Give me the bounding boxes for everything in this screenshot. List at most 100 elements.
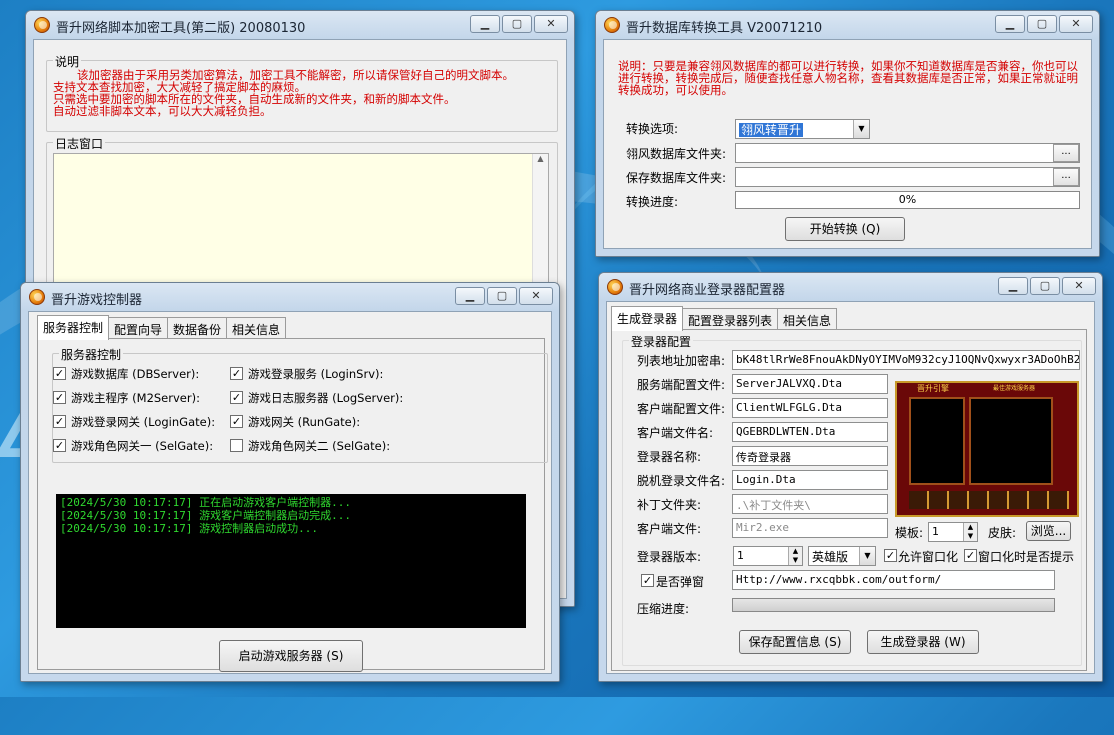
config-field-input[interactable]: 传奇登录器 bbox=[732, 446, 888, 466]
game-controller-window[interactable]: 晋升游戏控制器 ▁ ▢ ✕ 服务器控制 配置向导 数据备份 相关信息 服务器控制… bbox=[20, 282, 560, 682]
template-label: 模板: bbox=[895, 526, 924, 540]
app-icon bbox=[34, 17, 50, 33]
service-checkbox[interactable]: ✓ bbox=[53, 391, 66, 404]
browse-button[interactable]: 浏览... bbox=[1026, 521, 1071, 541]
service-checkbox[interactable]: ✓ bbox=[53, 439, 66, 452]
compress-progress-bar bbox=[732, 598, 1055, 612]
db-convert-window[interactable]: 晋升数据库转换工具 V20071210 ▁ ▢ ✕ 说明：只要是兼容翎风数据库的… bbox=[595, 10, 1100, 257]
lf-folder-label: 翎风数据库文件夹: bbox=[626, 147, 727, 161]
compress-label: 压缩进度: bbox=[637, 602, 690, 616]
config-field-input[interactable]: .\补丁文件夹\ bbox=[732, 494, 888, 514]
lf-folder-input[interactable] bbox=[735, 143, 1080, 163]
version-spinner[interactable]: 1 ▲ ▼ bbox=[733, 546, 803, 566]
popup-label: 是否弹窗 bbox=[656, 575, 705, 589]
window-client: 服务器控制 配置向导 数据备份 相关信息 服务器控制 ✓ 游戏数据库 (DBSer… bbox=[28, 311, 552, 674]
description-line: 自动过滤非脚本文本，可以大大减轻负担。 bbox=[53, 104, 272, 118]
tab-server-control[interactable]: 服务器控制 bbox=[37, 315, 110, 340]
log-line: [2024/5/30 10:17:17] 游戏控制器启动成功... bbox=[60, 522, 318, 535]
config-field-label: 补丁文件夹: bbox=[637, 498, 702, 512]
group-label: 服务器控制 bbox=[59, 346, 124, 363]
save-folder-input[interactable] bbox=[735, 167, 1080, 187]
tab-generate-login[interactable]: 生成登录器 bbox=[611, 306, 684, 331]
login-skin-preview: 晋升引擎 最佳游戏服务器 bbox=[895, 381, 1079, 517]
config-field-input[interactable]: QGEBRDLWTEN.Dta bbox=[732, 422, 888, 442]
config-field-input[interactable]: Login.Dta bbox=[732, 470, 888, 490]
maximize-button[interactable]: ▢ bbox=[502, 15, 532, 33]
config-field-label: 客户端文件: bbox=[637, 522, 702, 536]
start-server-button[interactable]: 启动游戏服务器 (S) bbox=[219, 640, 363, 672]
title-bar[interactable]: 晋升游戏控制器 ▁ ▢ ✕ bbox=[21, 283, 559, 311]
log-line: [2024/5/30 10:17:17] 游戏客户端控制器启动完成... bbox=[60, 509, 351, 522]
note-text: 说明：只要是兼容翎风数据库的都可以进行转换，如果你不知道数据库是否兼容，你也可以… bbox=[618, 59, 1078, 97]
skin-label: 皮肤: bbox=[988, 526, 1017, 540]
service-checkbox[interactable]: ✓ bbox=[53, 367, 66, 380]
title-bar[interactable]: 晋升网络脚本加密工具(第二版) 20080130 ▁ ▢ ✕ bbox=[26, 11, 574, 39]
tab-panel: 登录器配置 列表地址加密串: bK48tlRrWe8FnouAkDNyOYIMVo… bbox=[611, 329, 1087, 671]
spin-arrows-icon[interactable]: ▲ ▼ bbox=[963, 523, 977, 541]
minimize-button[interactable]: ▁ bbox=[470, 15, 500, 33]
template-spinner[interactable]: 1 ▲ ▼ bbox=[928, 522, 978, 542]
chevron-down-icon[interactable]: ▼ bbox=[859, 547, 875, 565]
save-folder-label: 保存数据库文件夹: bbox=[626, 171, 727, 185]
service-checkbox[interactable]: ✓ bbox=[53, 415, 66, 428]
maximize-button[interactable]: ▢ bbox=[1027, 15, 1057, 33]
service-checkbox[interactable] bbox=[230, 439, 243, 452]
close-button[interactable]: ✕ bbox=[534, 15, 568, 33]
config-field-input[interactable]: Mir2.exe bbox=[732, 518, 888, 538]
allow-window-checkbox[interactable]: ✓ bbox=[884, 549, 897, 562]
config-field-label: 脱机登录文件名: bbox=[637, 474, 726, 488]
maximize-button[interactable]: ▢ bbox=[1030, 277, 1060, 295]
window-prompt-checkbox[interactable]: ✓ bbox=[964, 549, 977, 562]
service-checkbox[interactable]: ✓ bbox=[230, 415, 243, 428]
save-folder-browse-button[interactable]: ... bbox=[1053, 168, 1079, 186]
lf-folder-browse-button[interactable]: ... bbox=[1053, 144, 1079, 162]
server-log: [2024/5/30 10:17:17] 正在启动游戏客户端控制器... [20… bbox=[56, 494, 526, 628]
generate-login-button[interactable]: 生成登录器 (W) bbox=[867, 630, 979, 654]
popup-url-input[interactable]: Http://www.rxcqbbk.com/outform/ bbox=[732, 570, 1055, 590]
service-label: 游戏登录网关 (LoginGate): bbox=[71, 415, 216, 429]
title-bar[interactable]: 晋升数据库转换工具 V20071210 ▁ ▢ ✕ bbox=[596, 11, 1099, 39]
minimize-button[interactable]: ▁ bbox=[455, 287, 485, 305]
config-field-input[interactable]: ClientWLFGLG.Dta bbox=[732, 398, 888, 418]
config-field-label: 客户端配置文件: bbox=[637, 402, 726, 416]
window-client: 生成登录器 配置登录器列表 相关信息 登录器配置 列表地址加密串: bK48tlR… bbox=[606, 301, 1095, 674]
window-title: 晋升游戏控制器 bbox=[51, 293, 143, 308]
version-value: 1 bbox=[737, 549, 744, 562]
close-button[interactable]: ✕ bbox=[1059, 15, 1093, 33]
window-client: 说明：只要是兼容翎风数据库的都可以进行转换，如果你不知道数据库是否兼容，你也可以… bbox=[603, 39, 1092, 249]
service-label: 游戏主程序 (M2Server): bbox=[71, 391, 200, 405]
app-icon bbox=[607, 279, 623, 295]
window-title: 晋升网络脚本加密工具(第二版) 20080130 bbox=[56, 21, 306, 36]
config-field-input[interactable]: bK48tlRrWe8FnouAkDNyOYIMVoM932cyJ1OQNvQx… bbox=[732, 350, 1080, 370]
service-label: 游戏角色网关二 (SelGate): bbox=[248, 439, 391, 453]
minimize-button[interactable]: ▁ bbox=[995, 15, 1025, 33]
scroll-up-icon[interactable]: ▲ bbox=[533, 154, 548, 163]
close-button[interactable]: ✕ bbox=[1062, 277, 1096, 295]
service-checkbox[interactable]: ✓ bbox=[230, 391, 243, 404]
title-bar[interactable]: 晋升网络商业登录器配置器 ▁ ▢ ✕ bbox=[599, 273, 1102, 301]
tab-panel: 服务器控制 ✓ 游戏数据库 (DBServer): ✓ 游戏登录服务 (LoginSr… bbox=[37, 338, 548, 672]
convert-option-select[interactable]: 翎风转晋升 ▼ bbox=[735, 119, 870, 139]
allow-window-label: 允许窗口化 bbox=[898, 550, 959, 564]
convert-option-value: 翎风转晋升 bbox=[739, 123, 804, 137]
maximize-button[interactable]: ▢ bbox=[487, 287, 517, 305]
edition-select[interactable]: 英雄版 ▼ bbox=[808, 546, 876, 566]
service-checkbox[interactable]: ✓ bbox=[230, 367, 243, 380]
config-field-input[interactable]: ServerJALVXQ.Dta bbox=[732, 374, 888, 394]
preview-buttons bbox=[909, 491, 1069, 509]
login-config-window[interactable]: 晋升网络商业登录器配置器 ▁ ▢ ✕ 生成登录器 配置登录器列表 相关信息 登录… bbox=[598, 272, 1103, 682]
preview-subtitle: 最佳游戏服务器 bbox=[993, 385, 1036, 392]
chevron-down-icon[interactable]: ▼ bbox=[853, 120, 869, 138]
progress-label: 转换进度: bbox=[626, 195, 679, 209]
popup-checkbox[interactable]: ✓ bbox=[641, 574, 654, 587]
start-convert-button[interactable]: 开始转换 (Q) bbox=[785, 217, 905, 241]
config-field-label: 登录器名称: bbox=[637, 450, 702, 464]
service-label: 游戏角色网关一 (SelGate): bbox=[71, 439, 214, 453]
minimize-button[interactable]: ▁ bbox=[998, 277, 1028, 295]
close-button[interactable]: ✕ bbox=[519, 287, 553, 305]
save-config-button[interactable]: 保存配置信息 (S) bbox=[739, 630, 851, 654]
spin-arrows-icon[interactable]: ▲ ▼ bbox=[788, 547, 802, 565]
version-label: 登录器版本: bbox=[637, 550, 702, 564]
edition-value: 英雄版 bbox=[812, 550, 849, 564]
convert-option-label: 转换选项: bbox=[626, 122, 679, 136]
